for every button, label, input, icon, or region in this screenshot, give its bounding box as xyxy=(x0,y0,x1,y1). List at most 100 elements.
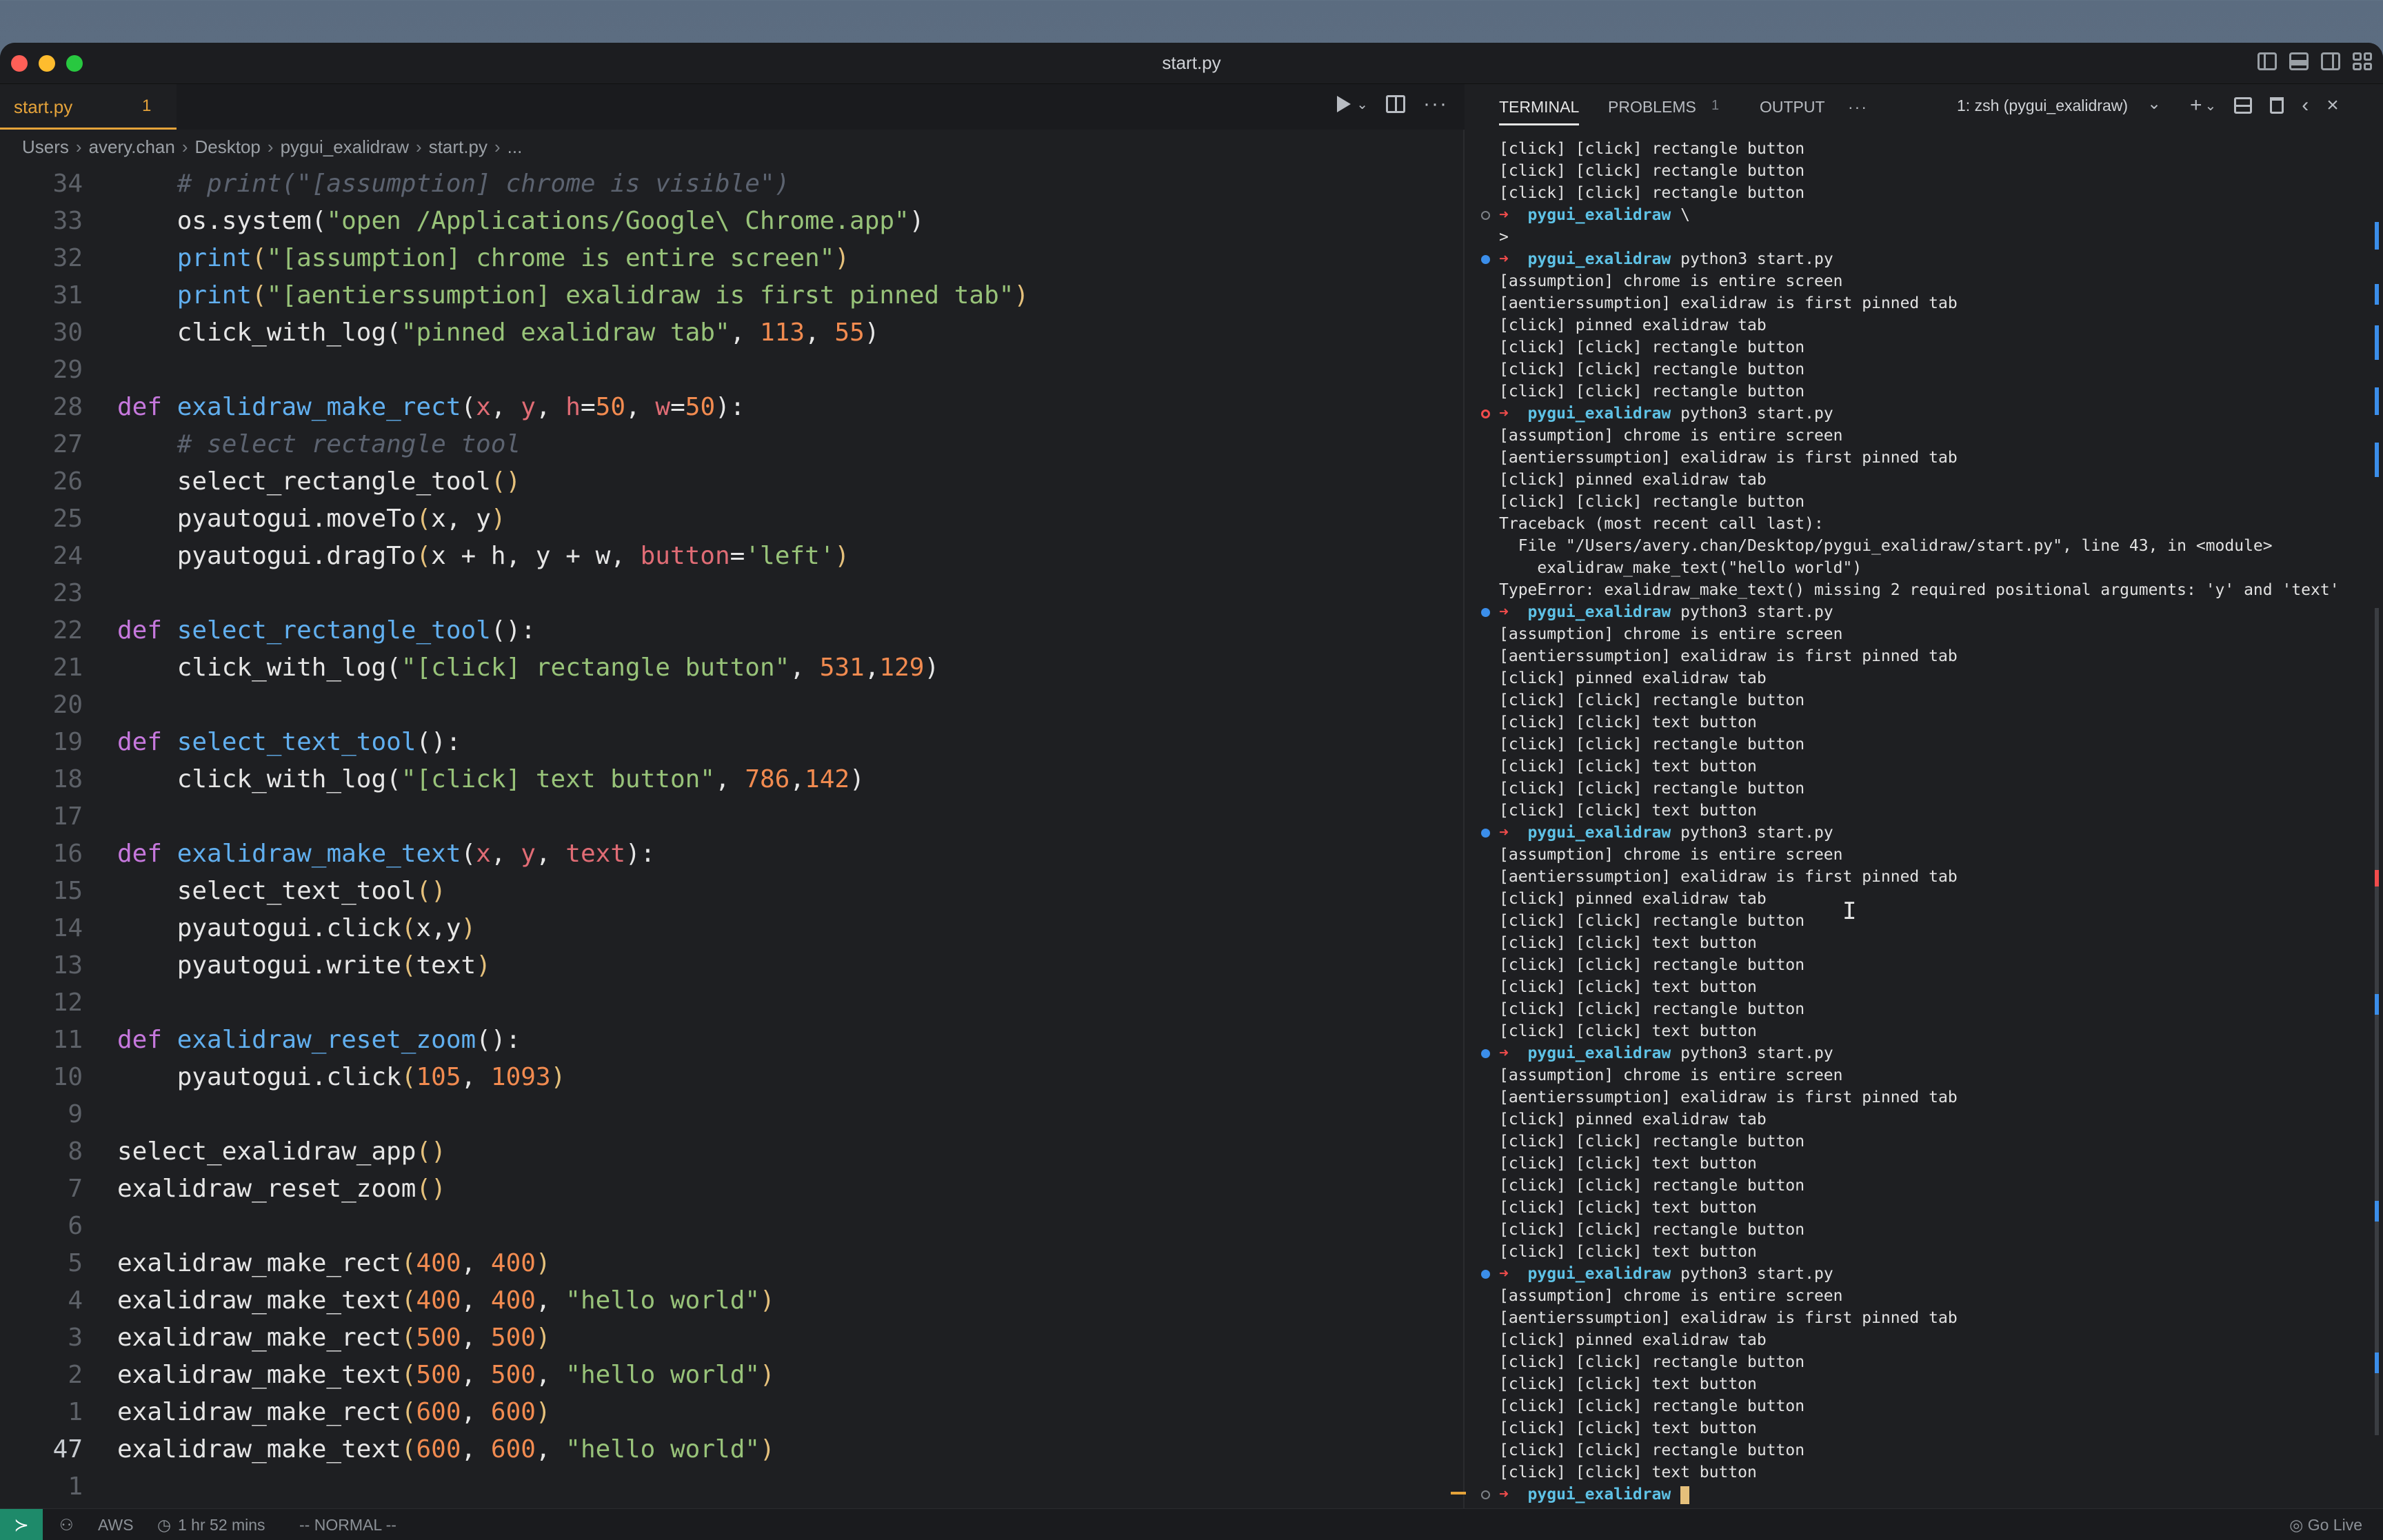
code-text: exalidraw_make_rect(600, 600) xyxy=(117,1398,551,1426)
prompt-arrow-icon: ➜ xyxy=(1499,206,1528,224)
customize-layout-icon[interactable] xyxy=(2353,52,2372,70)
line-number: 32 xyxy=(52,244,83,272)
chevron-left-icon[interactable]: ‹ xyxy=(2302,94,2309,117)
chevron-down-icon[interactable]: ⌄ xyxy=(2147,94,2161,114)
code-line[interactable]: 9 xyxy=(0,1096,1465,1133)
terminal-scrollbar[interactable] xyxy=(2375,84,2379,1540)
code-line[interactable]: 47 exalidraw_make_text(600, 600, "hello w… xyxy=(0,1431,1465,1468)
go-live-button[interactable]: ◎ Go Live xyxy=(2289,1516,2362,1534)
code-line[interactable]: 22 def select_rectangle_tool(): xyxy=(0,612,1465,649)
breadcrumb-item[interactable]: start.py xyxy=(429,136,487,158)
command-decoration-icon[interactable] xyxy=(1481,1270,1490,1279)
tab-terminal[interactable]: TERMINAL xyxy=(1499,98,1580,125)
code-line[interactable]: 20 xyxy=(0,687,1465,724)
breadcrumb-item[interactable]: avery.chan xyxy=(89,136,175,158)
remote-indicator-icon[interactable]: ≻ xyxy=(0,1509,43,1540)
run-icon[interactable] xyxy=(1337,96,1351,112)
chevron-down-icon[interactable]: ⌄ xyxy=(2205,97,2217,114)
code-line[interactable]: 7 exalidraw_reset_zoom() xyxy=(0,1171,1465,1208)
code-line[interactable]: 4 exalidraw_make_text(400, 400, "hello wo… xyxy=(0,1282,1465,1319)
terminal-output-line: [click] [click] rectangle button xyxy=(1499,691,1805,709)
command-decoration-icon[interactable] xyxy=(1481,829,1490,838)
terminal-output-line: [click] [click] text button xyxy=(1499,1155,1757,1173)
code-line[interactable]: 17 xyxy=(0,798,1465,835)
toggle-sidebar-icon[interactable] xyxy=(2258,52,2277,70)
terminal-select[interactable]: 1: zsh (pygui_exalidraw) xyxy=(1957,97,2128,115)
code-line[interactable]: 5 exalidraw_make_rect(400, 400) xyxy=(0,1245,1465,1282)
code-line[interactable]: 3 exalidraw_make_rect(500, 500) xyxy=(0,1319,1465,1357)
code-line[interactable]: 32 print("[assumption] chrome is entire … xyxy=(0,240,1465,277)
split-editor-icon[interactable] xyxy=(1386,95,1406,113)
code-line[interactable]: 19 def select_text_tool(): xyxy=(0,724,1465,761)
code-line[interactable]: 6 xyxy=(0,1208,1465,1245)
toggle-panel-icon[interactable] xyxy=(2289,52,2309,70)
chevron-down-icon[interactable]: ⌄ xyxy=(1356,96,1368,113)
code-line[interactable]: 29 xyxy=(0,352,1465,389)
code-line[interactable]: 24 pyautogui.dragTo(x + h, y + w, button… xyxy=(0,538,1465,575)
more-actions-icon[interactable]: ··· xyxy=(1423,94,1448,114)
command-decoration-icon[interactable] xyxy=(1481,608,1490,617)
code-line[interactable]: 12 xyxy=(0,984,1465,1022)
close-icon[interactable]: × xyxy=(2326,94,2339,117)
terminal-output-line: [aentierssumption] exalidraw is first pi… xyxy=(1499,294,1958,312)
breadcrumb-item[interactable]: pygui_exalidraw xyxy=(281,136,409,158)
command-decoration-icon[interactable] xyxy=(1481,1490,1490,1499)
split-terminal-icon[interactable] xyxy=(2234,97,2253,114)
code-line[interactable]: 33 os.system("open /Applications/Google\… xyxy=(0,203,1465,240)
terminal-output[interactable]: [click] [click] rectangle button [click] … xyxy=(1466,138,2383,1540)
code-line[interactable]: 13 pyautogui.write(text) xyxy=(0,947,1465,984)
code-line[interactable]: 1 exalidraw_make_rect(600, 600) xyxy=(0,1394,1465,1431)
code-line[interactable]: 25 pyautogui.moveTo(x, y) xyxy=(0,500,1465,538)
aws-status[interactable]: AWS xyxy=(98,1516,134,1534)
code-line[interactable]: 8 select_exalidraw_app() xyxy=(0,1133,1465,1171)
code-line[interactable]: 26 select_rectangle_tool() xyxy=(0,463,1465,500)
code-line[interactable]: 28 def exalidraw_make_rect(x, y, h=50, w=… xyxy=(0,389,1465,426)
line-number: 15 xyxy=(52,877,83,905)
time-tracker[interactable]: 1 hr 52 mins xyxy=(178,1516,265,1534)
command-decoration-icon[interactable] xyxy=(1481,255,1490,264)
line-number: 23 xyxy=(52,579,83,607)
command-decoration-icon[interactable] xyxy=(1481,409,1490,418)
terminal-output-line: [assumption] chrome is entire screen xyxy=(1499,427,1843,445)
code-line[interactable]: 1 xyxy=(0,1468,1465,1506)
command-decoration-icon[interactable] xyxy=(1481,1049,1490,1058)
terminal-output-line: TypeError: exalidraw_make_text() missing… xyxy=(1499,581,2340,599)
code-text: select_text_tool() xyxy=(117,877,446,905)
line-number: 2 xyxy=(68,1361,83,1389)
trash-icon[interactable] xyxy=(2270,97,2284,114)
code-line[interactable]: 21 click_with_log("[click] rectangle but… xyxy=(0,649,1465,687)
line-number: 8 xyxy=(68,1137,83,1166)
code-line[interactable]: 23 xyxy=(0,575,1465,612)
code-line[interactable]: 10 pyautogui.click(105, 1093) xyxy=(0,1059,1465,1096)
code-text: pyautogui.click(x,y) xyxy=(117,914,476,942)
code-line[interactable]: 2 exalidraw_make_text(500, 500, "hello wo… xyxy=(0,1357,1465,1394)
code-line[interactable]: 34 # print("[assumption] chrome is visib… xyxy=(0,165,1465,203)
code-line[interactable]: 30 click_with_log("pinned exalidraw tab"… xyxy=(0,314,1465,352)
toggle-secondary-sidebar-icon[interactable] xyxy=(2321,52,2340,70)
tab-start-py[interactable]: start.py 1 xyxy=(0,84,177,130)
terminal-output-line: [click] [click] rectangle button xyxy=(1499,1353,1805,1371)
panel-more-icon[interactable]: ··· xyxy=(1848,98,1868,116)
vim-mode: -- NORMAL -- xyxy=(299,1516,396,1534)
code-editor[interactable]: 34 # print("[assumption] chrome is visib… xyxy=(0,165,1465,1506)
code-line[interactable]: 14 pyautogui.click(x,y) xyxy=(0,910,1465,947)
tab-output[interactable]: OUTPUT xyxy=(1760,98,1825,116)
code-line[interactable]: 11 def exalidraw_reset_zoom(): xyxy=(0,1022,1465,1059)
breadcrumb-item[interactable]: Users xyxy=(22,136,69,158)
terminal-output-line: [click] pinned exalidraw tab xyxy=(1499,316,1767,334)
breadcrumb-item[interactable]: ... xyxy=(507,136,523,158)
code-line[interactable]: 18 click_with_log("[click] text button",… xyxy=(0,761,1465,798)
code-line[interactable]: 16 def exalidraw_make_text(x, y, text): xyxy=(0,835,1465,873)
terminal-output-line: [click] [click] rectangle button xyxy=(1499,912,1805,930)
chevron-right-icon: › xyxy=(494,136,501,157)
code-line[interactable]: 27 # select rectangle tool xyxy=(0,426,1465,463)
code-line[interactable]: 31 print("[aentierssumption] exalidraw i… xyxy=(0,277,1465,314)
code-line[interactable]: 15 select_text_tool() xyxy=(0,873,1465,910)
breadcrumb-item[interactable]: Desktop xyxy=(195,136,261,158)
tab-problems[interactable]: PROBLEMS xyxy=(1608,98,1696,116)
command-decoration-icon[interactable] xyxy=(1481,211,1490,220)
window-title: start.py xyxy=(1162,52,1221,73)
plus-icon[interactable]: + xyxy=(2190,94,2202,117)
account-icon[interactable]: ⚇ xyxy=(59,1516,74,1534)
terminal-output-line: [assumption] chrome is entire screen xyxy=(1499,846,1843,864)
